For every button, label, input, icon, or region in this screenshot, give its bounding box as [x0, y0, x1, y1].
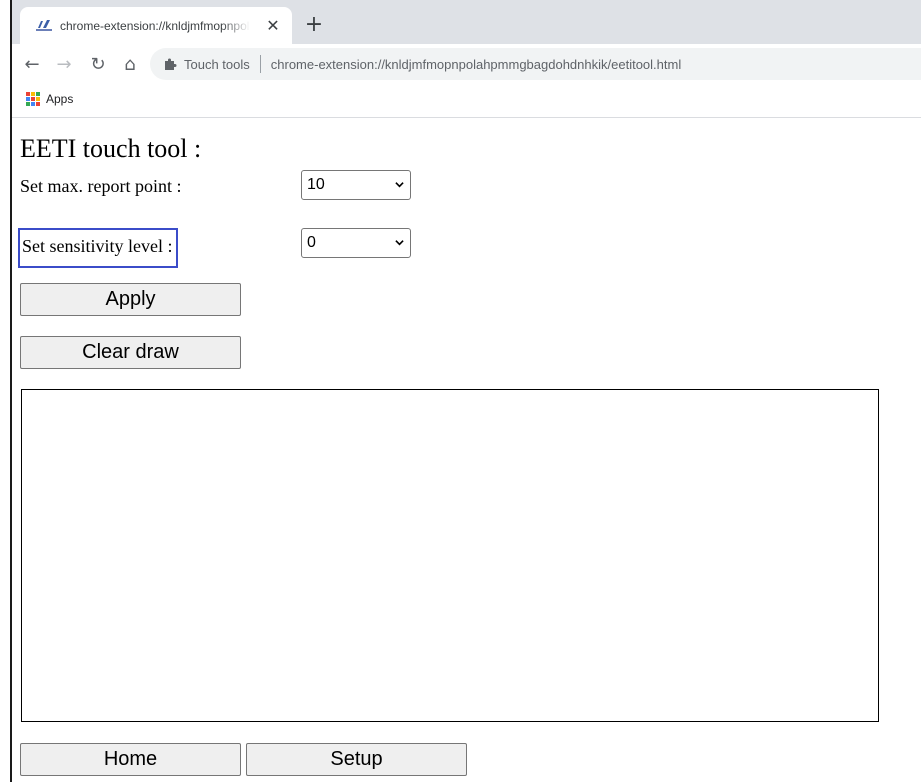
sensitivity-value: 0 [307, 234, 316, 251]
max-report-value: 10 [307, 176, 325, 193]
apps-grid-dot [26, 92, 30, 96]
sensitivity-select[interactable]: 0 [301, 228, 411, 258]
max-report-select[interactable]: 10 [301, 170, 411, 200]
chevron-down-icon [395, 182, 404, 188]
apps-grid-dot [36, 92, 40, 96]
bookmark-apps-label: Apps [46, 92, 74, 106]
apps-grid-dot [31, 102, 35, 106]
reload-icon[interactable]: ↻ [84, 50, 112, 78]
address-bar[interactable]: Touch tools chrome-extension://knldjmfmo… [150, 48, 921, 80]
tab-close-icon[interactable]: ✕ [264, 16, 282, 35]
tab-eetitool[interactable]: chrome-extension://knldjmfmopnpolahpmmgb… [20, 7, 292, 44]
home-button[interactable]: Home [20, 743, 241, 776]
apps-grid-dot [36, 97, 40, 101]
clear-draw-button[interactable]: Clear draw [20, 336, 241, 369]
max-report-label: Set max. report point : [20, 176, 182, 196]
chevron-down-icon [395, 240, 404, 246]
omnibox-url[interactable]: chrome-extension://knldjmfmopnpolahpmmgb… [271, 57, 681, 72]
tab-title: chrome-extension://knldjmfmopnpolahpmmgb… [60, 18, 250, 33]
browser-window: chrome-extension://knldjmfmopnpolahpmmgb… [10, 0, 921, 782]
apps-grid-dot [31, 92, 35, 96]
new-tab-icon[interactable]: + [301, 12, 327, 38]
tab-strip: chrome-extension://knldjmfmopnpolahpmmgb… [12, 0, 921, 44]
bookmark-apps[interactable]: Apps [26, 92, 73, 106]
page-content: EETI touch tool : Set max. report point … [12, 118, 921, 782]
apply-button[interactable]: Apply [20, 283, 241, 316]
apps-grid-dot [31, 97, 35, 101]
page-title: EETI touch tool : [20, 134, 202, 163]
puzzle-piece-icon [162, 56, 178, 72]
forward-icon[interactable]: → [50, 50, 78, 78]
draw-canvas[interactable] [21, 389, 879, 722]
apps-grid-icon [26, 92, 40, 106]
setup-button[interactable]: Setup [246, 743, 467, 776]
apps-grid-dot [36, 102, 40, 106]
extension-favicon-icon [36, 18, 52, 34]
bookmarks-bar: Apps [12, 84, 921, 118]
back-icon[interactable]: ← [18, 50, 46, 78]
browser-toolbar: ← → ↻ ⌂ Touch tools chrome-extension://k… [12, 44, 921, 84]
omnibox-separator [259, 55, 261, 73]
sensitivity-label: Set sensitivity level : [18, 228, 178, 268]
apps-grid-dot [26, 102, 30, 106]
apps-grid-dot [26, 97, 30, 101]
home-icon[interactable]: ⌂ [116, 50, 144, 78]
omnibox-site-name: Touch tools [184, 56, 250, 72]
